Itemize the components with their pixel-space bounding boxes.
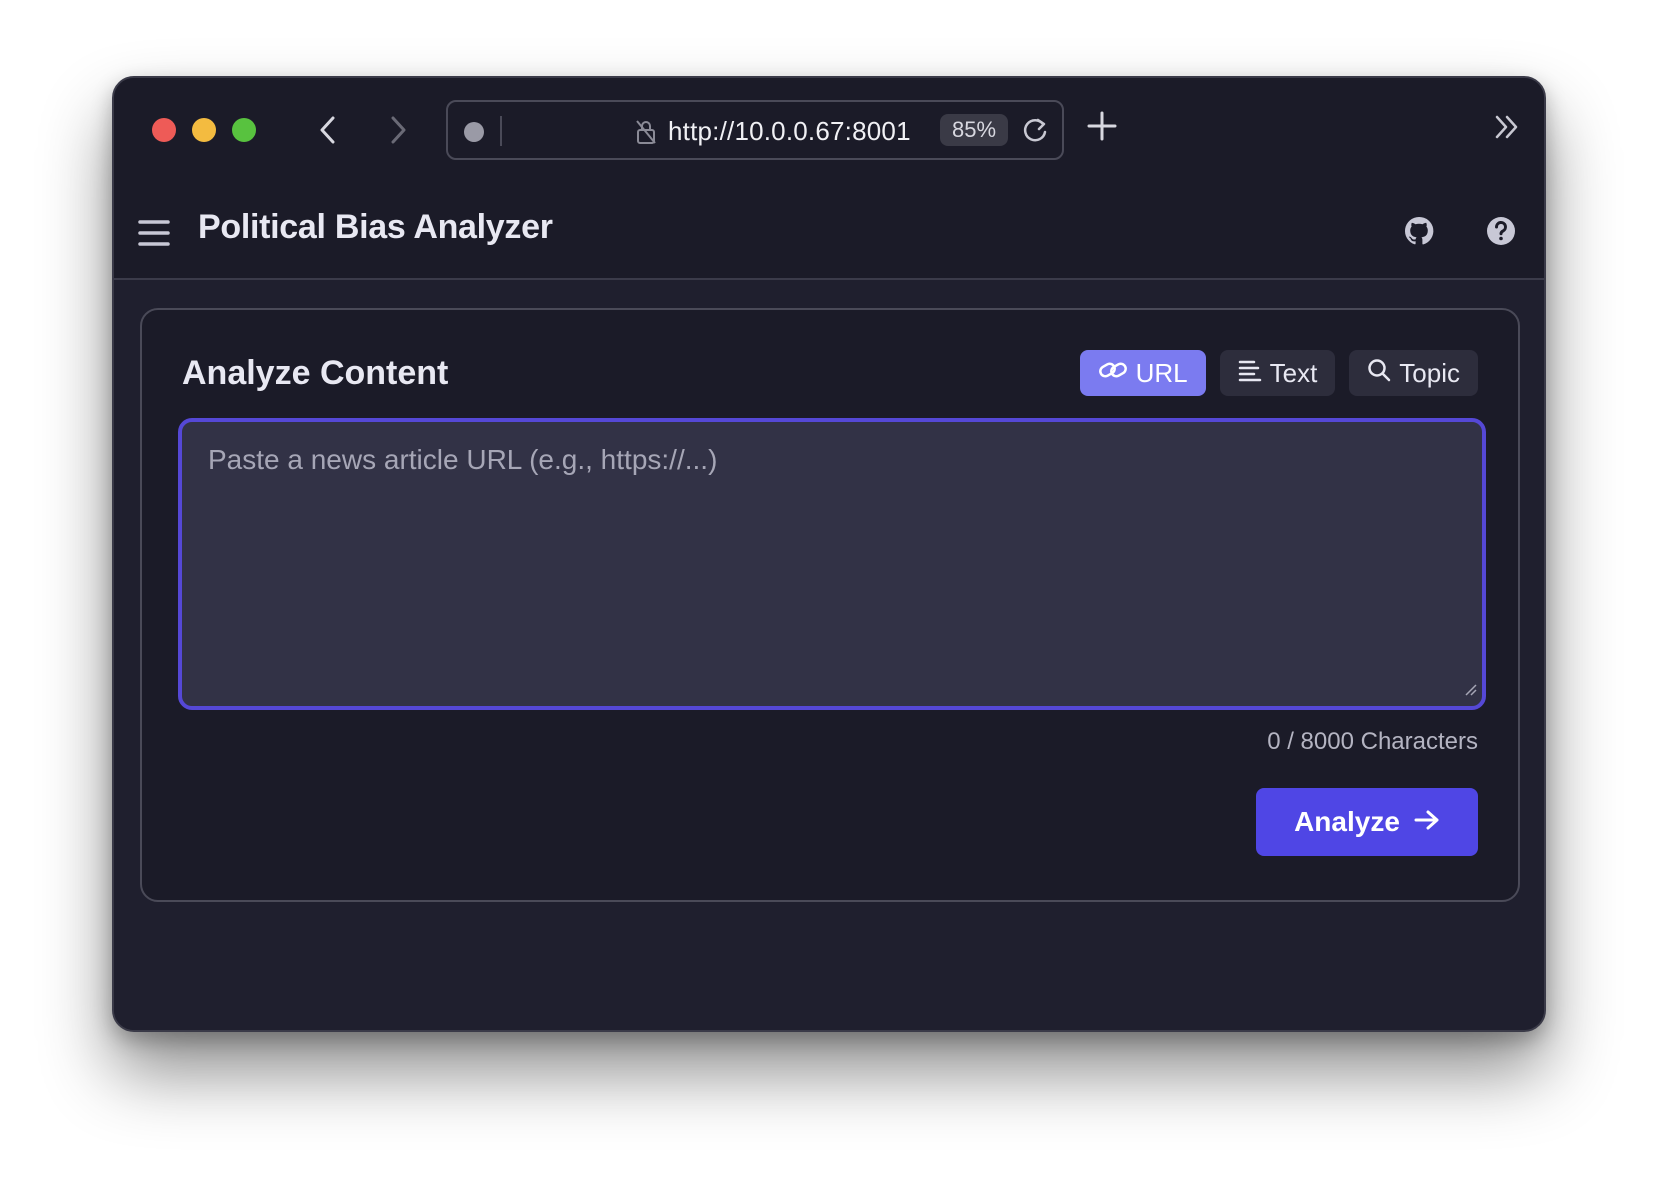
character-count: 0 / 8000 Characters — [1267, 728, 1478, 755]
link-icon — [1098, 358, 1128, 389]
address-divider — [500, 116, 502, 146]
app-header: Political Bias Analyzer — [114, 182, 1544, 280]
site-indicator-icon — [464, 122, 484, 142]
forward-icon[interactable] — [378, 110, 418, 150]
help-icon[interactable] — [1484, 214, 1518, 253]
tab-text[interactable]: Text — [1219, 350, 1336, 396]
tab-url[interactable]: URL — [1079, 350, 1206, 396]
tab-topic-label: Topic — [1399, 357, 1460, 388]
main-content: Analyze Content URL Text Topic Paste a n… — [114, 280, 1544, 1030]
mode-tabs: URL Text Topic — [1079, 350, 1478, 396]
arrow-right-icon — [1414, 806, 1440, 838]
overflow-icon[interactable] — [1492, 112, 1522, 147]
browser-window: http://10.0.0.67:8001 85% Political Bias… — [112, 76, 1546, 1032]
back-icon[interactable] — [308, 110, 348, 150]
search-icon — [1367, 358, 1391, 389]
tab-text-label: Text — [1269, 357, 1318, 388]
url-input[interactable] — [182, 422, 1482, 706]
reload-icon[interactable] — [1020, 116, 1050, 151]
browser-titlebar: http://10.0.0.67:8001 85% — [114, 78, 1544, 182]
close-window-button[interactable] — [152, 118, 176, 142]
tab-topic[interactable]: Topic — [1349, 350, 1478, 396]
github-icon[interactable] — [1402, 214, 1436, 253]
url-input-wrapper — [178, 418, 1486, 710]
new-tab-icon[interactable] — [1086, 110, 1118, 147]
zoom-level[interactable]: 85% — [940, 114, 1009, 146]
url-text: http://10.0.0.67:8001 — [668, 116, 911, 146]
lock-icon[interactable] — [634, 118, 658, 151]
tab-url-label: URL — [1135, 357, 1188, 388]
hamburger-icon[interactable] — [138, 218, 170, 253]
card-title: Analyze Content — [182, 354, 449, 392]
minimize-window-button[interactable] — [192, 118, 216, 142]
analyze-card: Analyze Content URL Text Topic Paste a n… — [140, 308, 1520, 902]
address-bar[interactable]: http://10.0.0.67:8001 85% — [446, 100, 1064, 160]
text-lines-icon — [1238, 358, 1262, 389]
analyze-button-label: Analyze — [1294, 806, 1400, 837]
resize-handle-icon[interactable] — [1462, 681, 1478, 702]
analyze-button[interactable]: Analyze — [1256, 788, 1478, 856]
app-title: Political Bias Analyzer — [198, 208, 553, 246]
maximize-window-button[interactable] — [232, 118, 256, 142]
